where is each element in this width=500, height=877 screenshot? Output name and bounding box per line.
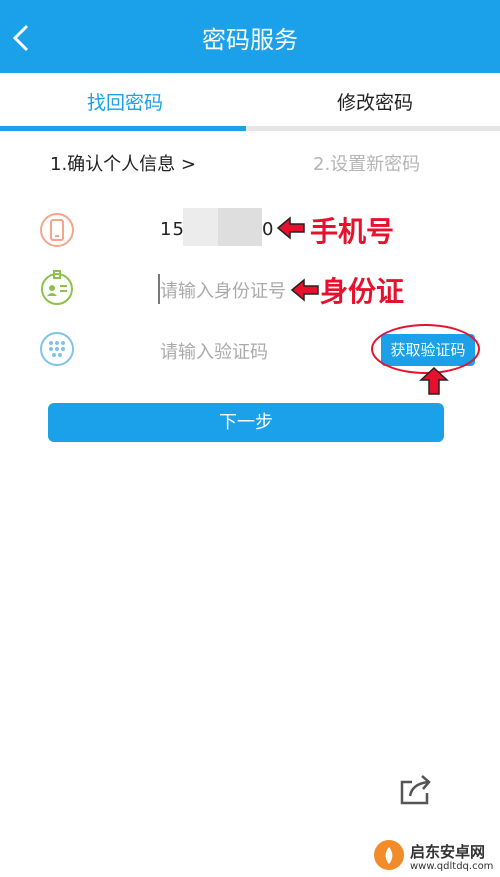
top-bar: 密码服务 xyxy=(0,0,500,73)
phone-suffix: 0 xyxy=(262,219,274,240)
phone-annotation: 手机号 xyxy=(310,215,395,248)
tab-change-password[interactable]: 修改密码 xyxy=(250,73,500,129)
phone-mask xyxy=(218,208,262,246)
left-arrow-annotation-icon xyxy=(290,278,319,302)
watermark-name: 启东安卓网 xyxy=(410,843,486,861)
tab-bar: 找回密码 修改密码 xyxy=(0,73,500,133)
left-arrow-annotation-icon xyxy=(276,216,305,240)
phone-field[interactable]: 15 xyxy=(160,219,185,240)
tab-find-password[interactable]: 找回密码 xyxy=(0,73,250,129)
phone-prefix: 15 xyxy=(160,219,185,240)
verification-code-input[interactable]: 请输入验证码 xyxy=(160,338,268,364)
phone-icon xyxy=(40,213,74,247)
page-title: 密码服务 xyxy=(202,26,298,54)
verification-code-icon xyxy=(40,332,74,366)
watermark-url: www.qdltdq.com xyxy=(410,861,494,872)
tab-indicator xyxy=(0,126,246,131)
phone-mask xyxy=(183,208,218,246)
id-annotation: 身份证 xyxy=(320,275,405,308)
up-arrow-annotation-icon xyxy=(419,366,449,395)
watermark-logo-icon xyxy=(374,840,404,870)
step-2-label: 2.设置新密码 xyxy=(313,154,421,175)
share-icon[interactable] xyxy=(398,772,434,806)
next-button[interactable]: 下一步 xyxy=(48,403,444,442)
id-number-input[interactable]: 请输入身份证号 xyxy=(160,277,286,303)
step-1-label: 1.确认个人信息 > xyxy=(50,154,196,175)
id-card-icon xyxy=(41,270,73,305)
